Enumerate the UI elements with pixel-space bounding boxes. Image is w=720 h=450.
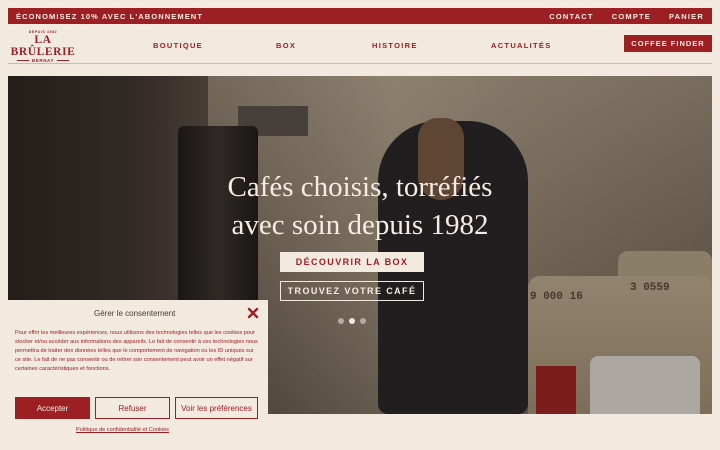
- find-coffee-button[interactable]: TROUVEZ VOTRE CAFÉ: [280, 281, 424, 301]
- promo-bar: ÉCONOMISEZ 10% AVEC L'ABONNEMENT CONTACT…: [8, 8, 712, 24]
- slider-dot-3[interactable]: [360, 318, 366, 324]
- logo-brand: LA BRÛLERIE: [10, 34, 76, 58]
- consent-text: Pour offrir les meilleures expériences, …: [15, 330, 258, 372]
- utility-links: CONTACT COMPTE PANIER: [549, 12, 704, 21]
- slider-dot-1[interactable]: [338, 318, 344, 324]
- close-icon[interactable]: [246, 306, 260, 320]
- nav-boutique[interactable]: BOUTIQUE: [153, 41, 203, 50]
- slider-dots: [338, 318, 366, 324]
- privacy-policy-link[interactable]: Politique de confidentialité et Cookies: [76, 427, 169, 433]
- coffee-finder-button[interactable]: COFFEE FINDER: [624, 35, 712, 52]
- hero-headline: Cafés choisis, torréfiés avec soin depui…: [227, 171, 493, 241]
- nav-box[interactable]: BOX: [276, 41, 296, 50]
- cart-link[interactable]: PANIER: [669, 12, 704, 21]
- discover-box-button[interactable]: DÉCOUVRIR LA BOX: [280, 252, 424, 272]
- header-divider: [8, 63, 712, 64]
- site-header: DEPUIS 1982 LA BRÛLERIE BERNAY BOUTIQUE …: [0, 26, 720, 64]
- logo[interactable]: DEPUIS 1982 LA BRÛLERIE BERNAY: [8, 30, 78, 63]
- account-link[interactable]: COMPTE: [612, 12, 651, 21]
- refuse-button[interactable]: Refuser: [95, 397, 170, 419]
- contact-link[interactable]: CONTACT: [549, 12, 594, 21]
- slider-dot-2[interactable]: [349, 318, 355, 324]
- preferences-button[interactable]: Voir les préférences: [175, 397, 258, 419]
- accept-button[interactable]: Accepter: [15, 397, 90, 419]
- nav-histoire[interactable]: HISTOIRE: [372, 41, 418, 50]
- nav-actualites[interactable]: ACTUALITÉS: [491, 41, 552, 50]
- consent-title: Gérer le consentement: [94, 309, 176, 318]
- promo-text: ÉCONOMISEZ 10% AVEC L'ABONNEMENT: [16, 11, 203, 21]
- cookie-consent-panel: Gérer le consentement Pour offrir les me…: [0, 300, 268, 450]
